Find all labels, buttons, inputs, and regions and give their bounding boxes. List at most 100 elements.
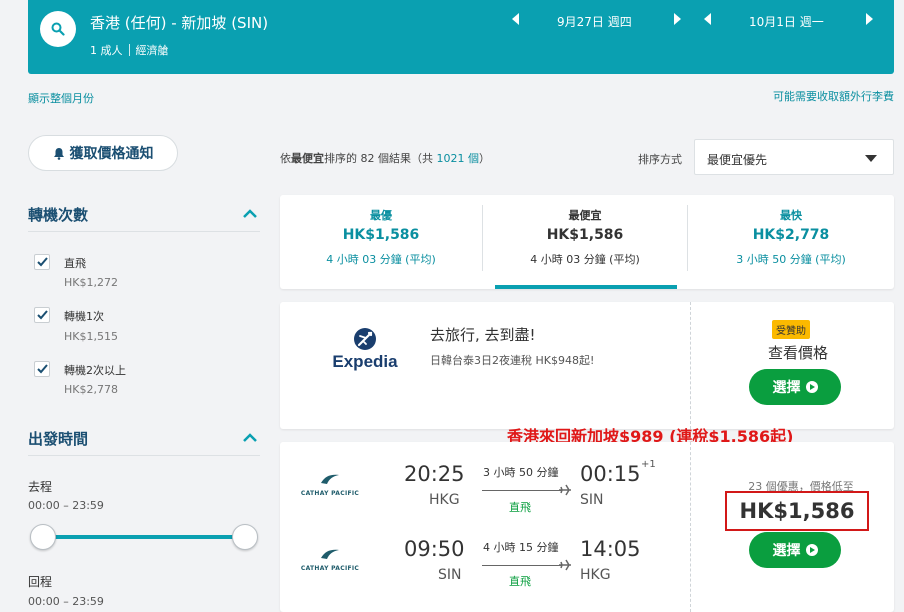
separator (128, 44, 130, 56)
view-price-text: 查看價格 (767, 344, 828, 362)
bell-icon (53, 147, 64, 160)
stops-filter-title[interactable]: 轉機次數 (28, 204, 88, 225)
search-button[interactable] (40, 11, 76, 47)
summary-text: ） (479, 152, 490, 165)
leg1-arrival-time: 00:15 (580, 462, 641, 486)
tab-title: 最優 (370, 209, 392, 222)
return-label: 回程 (28, 575, 53, 589)
summary-text: 排序的 82 個結果（共 (324, 152, 437, 165)
divider (28, 455, 260, 456)
arrow-right-icon (805, 544, 818, 556)
tab-title: 最便宜 (568, 209, 602, 222)
outbound-time-range: 00:00 – 23:59 (28, 499, 104, 512)
leg1-departure-airport: HKG (429, 492, 460, 508)
next-return-date-icon[interactable] (866, 13, 873, 25)
stops-direct-label[interactable]: 直飛 (64, 255, 86, 271)
tab-best[interactable]: 最優 HK$1,586 4 小時 03 分鐘 (平均) (280, 195, 482, 289)
cathay-pacific-brushwing-icon (321, 474, 339, 484)
leg2-departure-time: 09:50 (404, 537, 465, 561)
ad-title: 去旅行, 去到盡! (430, 326, 536, 344)
next-depart-date-icon[interactable] (674, 13, 681, 25)
stops-two-plus-price: HK$2,778 (64, 383, 118, 396)
leg2-departure-airport: SIN (438, 567, 462, 583)
chevron-up-icon[interactable] (242, 433, 258, 443)
flight-path-line (482, 565, 562, 566)
checkmark-icon (37, 257, 48, 267)
sort-selected-value: 最便宜優先 (707, 153, 768, 167)
prev-depart-date-icon[interactable] (512, 13, 519, 25)
summary-sort-key: 最便宜 (291, 152, 324, 165)
airline-name: CATHAY PACIFIC (300, 490, 360, 497)
search-summary-bar[interactable]: 香港 (任何) - 新加坡 (SIN) 1 成人 經濟艙 9月27日 週四 10月… (28, 0, 894, 74)
outbound-slider-min-handle[interactable] (30, 524, 56, 550)
departure-time-filter-title[interactable]: 出發時間 (28, 428, 88, 449)
passenger-count: 1 成人 (90, 44, 123, 57)
leg2-arrival-time: 14:05 (580, 537, 641, 561)
baggage-fees-link[interactable]: 可能需要收取額外行李費 (773, 88, 894, 104)
sponsored-ad-card[interactable]: Expedia 去旅行, 去到盡! 日韓台泰3日2夜連稅 HK$948起! 受贊… (280, 302, 894, 429)
tab-duration: 4 小時 03 分鐘 (平均) (326, 253, 436, 266)
stops-two-plus-checkbox[interactable] (34, 361, 50, 377)
tab-duration: 4 小時 03 分鐘 (平均) (530, 253, 640, 266)
summary-text: 依 (280, 152, 291, 165)
plane-icon (559, 559, 571, 571)
tab-duration: 3 小時 50 分鐘 (平均) (736, 253, 846, 266)
stops-two-plus-label[interactable]: 轉機2次以上 (64, 362, 126, 378)
leg1-day-offset: +1 (641, 459, 656, 470)
active-tab-indicator (495, 285, 677, 289)
divider (28, 231, 260, 232)
route-text[interactable]: 香港 (任何) - 新加坡 (SIN) (90, 12, 268, 33)
passenger-cabin-text[interactable]: 1 成人 經濟艙 (90, 42, 169, 58)
caret-down-icon (865, 155, 877, 162)
select-label: 選擇 (772, 380, 801, 396)
price-alert-label: 獲取價格通知 (69, 146, 154, 162)
flight-result-card[interactable]: CATHAY PACIFIC 20:25 HKG 3 小時 50 分鐘 直飛 0… (280, 442, 894, 612)
sort-dropdown[interactable]: 最便宜優先 (694, 139, 894, 175)
divider (690, 302, 691, 429)
airline-logo: CATHAY PACIFIC (298, 545, 362, 572)
results-summary: 依最便宜排序的 82 個結果（共 1021 個） (280, 150, 490, 166)
divider (690, 442, 691, 612)
return-date[interactable]: 10月1日 週一 (749, 13, 824, 30)
arrow-right-icon (805, 381, 818, 393)
price-alert-button[interactable]: 獲取價格通知 (28, 135, 178, 171)
leg1-duration: 3 小時 50 分鐘 (483, 466, 559, 479)
cathay-pacific-brushwing-icon (321, 549, 339, 559)
stops-one-checkbox[interactable] (34, 307, 50, 323)
tab-price: HK$2,778 (752, 227, 830, 243)
stops-one-price: HK$1,515 (64, 330, 118, 343)
plane-icon (559, 484, 571, 496)
flight-path-line (482, 490, 562, 491)
result-price: HK$1,586 (725, 491, 869, 531)
chevron-up-icon[interactable] (242, 209, 258, 219)
tab-fastest[interactable]: 最快 HK$2,778 3 小時 50 分鐘 (平均) (688, 195, 894, 289)
ad-select-button[interactable]: 選擇 (749, 369, 841, 405)
outbound-slider-max-handle[interactable] (232, 524, 258, 550)
stops-direct-price: HK$1,272 (64, 276, 118, 289)
depart-date[interactable]: 9月27日 週四 (557, 13, 632, 30)
expedia-logo: Expedia (332, 328, 398, 371)
airline-logo: CATHAY PACIFIC (298, 470, 362, 497)
summary-total-link[interactable]: 1021 個 (437, 152, 480, 165)
checkmark-icon (37, 364, 48, 374)
result-select-button[interactable]: 選擇 (749, 532, 841, 568)
stops-direct-checkbox[interactable] (34, 254, 50, 270)
checkmark-icon (37, 310, 48, 320)
leg2-stops: 直飛 (509, 575, 531, 588)
tab-price: HK$1,586 (342, 227, 420, 243)
show-whole-month-link[interactable]: 顯示整個月份 (28, 90, 94, 106)
prev-return-date-icon[interactable] (704, 13, 711, 25)
tab-cheapest[interactable]: 最便宜 HK$1,586 4 小時 03 分鐘 (平均) (483, 195, 687, 289)
select-label: 選擇 (772, 543, 801, 559)
outbound-time-slider[interactable] (42, 535, 246, 539)
outbound-label: 去程 (28, 480, 53, 494)
leg1-arrival-airport: SIN (580, 492, 604, 508)
search-icon (51, 22, 65, 36)
stops-one-label[interactable]: 轉機1次 (64, 308, 104, 324)
sponsored-badge: 受贊助 (772, 320, 810, 339)
leg1-departure-time: 20:25 (404, 462, 465, 486)
ad-subtitle: 日韓台泰3日2夜連稅 HK$948起! (430, 354, 595, 367)
expedia-wordmark: Expedia (332, 352, 398, 371)
tab-title: 最快 (780, 209, 802, 222)
return-time-range: 00:00 – 23:59 (28, 595, 104, 608)
